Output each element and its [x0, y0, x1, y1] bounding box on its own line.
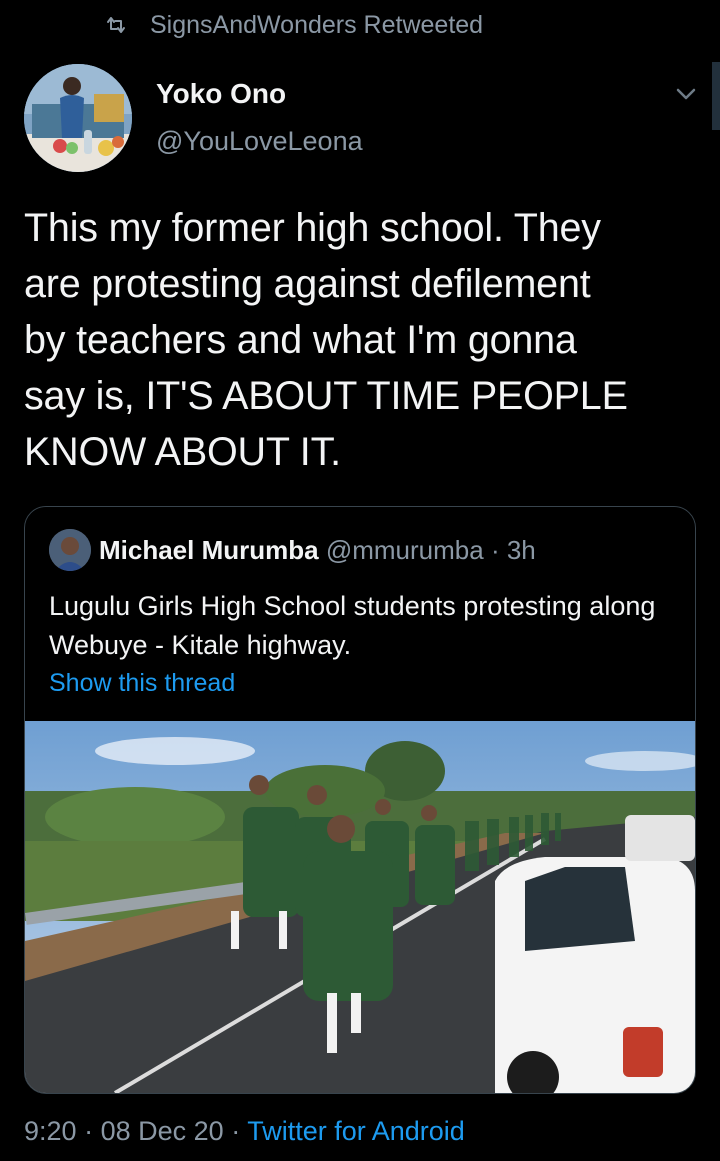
- quoted-separator: ·: [490, 535, 500, 565]
- quoted-avatar-photo: [49, 529, 91, 571]
- meta-separator-2: ·: [231, 1116, 241, 1146]
- tweet-date: 08 Dec 20: [100, 1116, 224, 1146]
- quoted-author-avatar: [49, 529, 91, 571]
- quoted-header: Michael Murumba @mmurumba · 3h: [99, 535, 536, 566]
- tweet-time: 9:20: [24, 1116, 77, 1146]
- scrollbar[interactable]: [712, 62, 720, 130]
- tweet-meta: 9:20 · 08 Dec 20 · Twitter for Android: [24, 1116, 465, 1147]
- quoted-time: 3h: [506, 535, 536, 565]
- quoted-author-handle: @mmurumba: [325, 535, 484, 565]
- retweet-context[interactable]: SignsAndWonders Retweeted: [104, 8, 483, 42]
- quoted-media-image[interactable]: [25, 721, 695, 1093]
- author-avatar[interactable]: [24, 64, 132, 172]
- avatar-photo: [24, 64, 132, 172]
- quoted-author-name: Michael Murumba: [99, 535, 319, 565]
- quoted-text: Lugulu Girls High School students protes…: [49, 591, 656, 660]
- tweet-source-link[interactable]: Twitter for Android: [247, 1116, 465, 1146]
- author-name[interactable]: Yoko Ono: [156, 78, 286, 110]
- tweet-text: This my former high school. They are pro…: [24, 206, 628, 474]
- author-handle[interactable]: @YouLoveLeona: [156, 126, 363, 157]
- meta-separator: ·: [84, 1116, 94, 1146]
- chevron-down-icon[interactable]: [672, 80, 700, 108]
- quoted-tweet[interactable]: Michael Murumba @mmurumba · 3h Lugulu Gi…: [24, 506, 696, 1094]
- show-thread-link[interactable]: Show this thread: [49, 669, 235, 698]
- retweet-label: SignsAndWonders Retweeted: [150, 10, 484, 39]
- retweet-icon: [107, 17, 125, 33]
